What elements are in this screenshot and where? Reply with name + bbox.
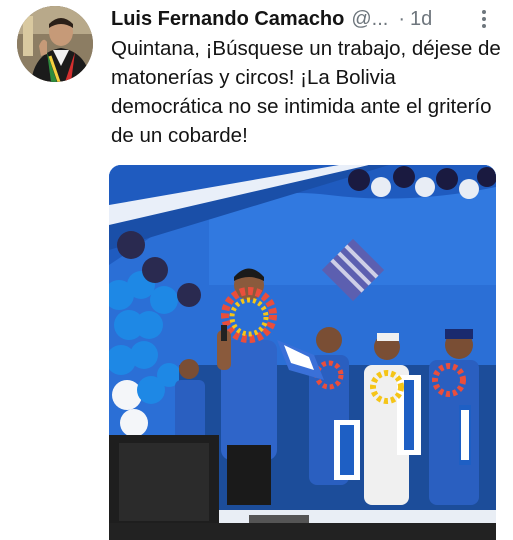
- avatar-photo: [17, 6, 93, 82]
- vertical-ellipsis-icon: [482, 10, 486, 28]
- separator-dot: ·: [398, 7, 406, 30]
- video-thumbnail: [109, 165, 496, 540]
- tweet-media[interactable]: [109, 165, 496, 540]
- tweet-header: Luis Fernando Camacho @... · 1d: [111, 6, 503, 32]
- author-handle[interactable]: @...: [351, 8, 388, 31]
- tweet-text: Quintana, ¡Búsquese un trabajo, déjese d…: [111, 37, 501, 147]
- author-avatar[interactable]: [17, 6, 93, 82]
- tweet-timestamp[interactable]: 1d: [410, 8, 432, 31]
- author-name[interactable]: Luis Fernando Camacho: [111, 8, 344, 31]
- more-options-button[interactable]: [475, 6, 493, 32]
